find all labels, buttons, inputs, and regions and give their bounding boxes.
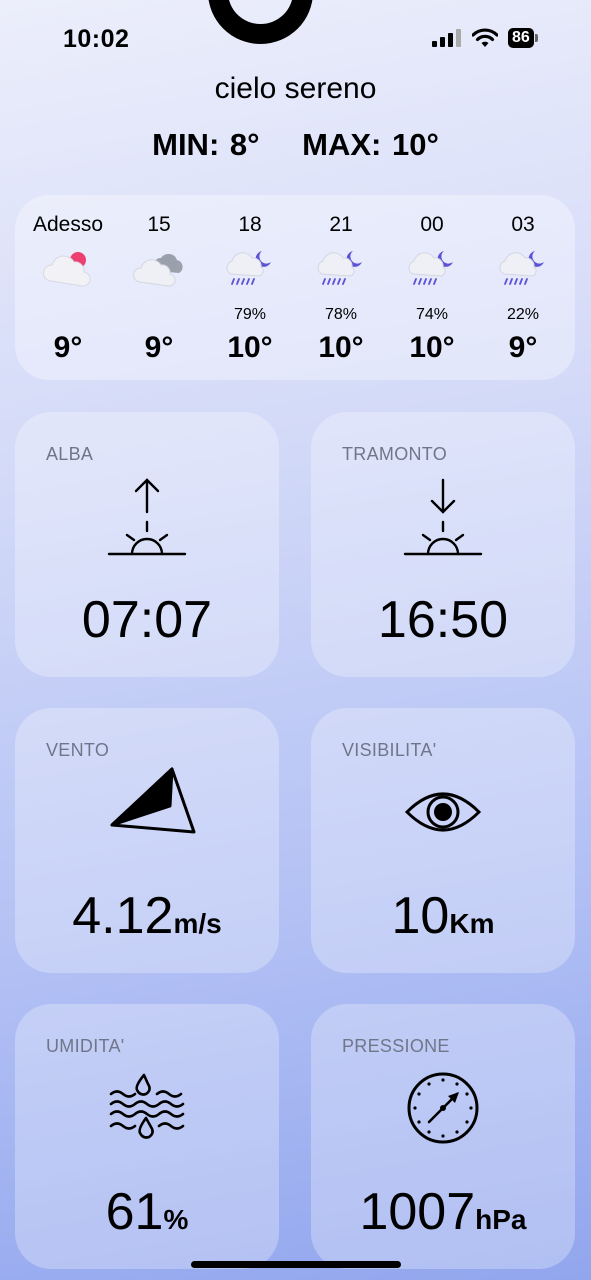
- hourly-forecast[interactable]: Adesso 9° 15 9° 18 79% 10° 21 78% 10° 00…: [15, 195, 575, 380]
- eye-icon: [404, 792, 482, 832]
- card-title: UMIDITA': [46, 1036, 125, 1056]
- hour-label: Adesso: [32, 213, 104, 236]
- min-temperature: MIN: 8°: [152, 127, 260, 162]
- card-title: VISIBILITA': [342, 740, 437, 760]
- visibility-distance: 10Km: [311, 886, 575, 946]
- hour-temperature: 9°: [508, 331, 538, 364]
- humidity-card[interactable]: UMIDITA' 61%: [15, 1004, 279, 1269]
- wind-speed: 4.12m/s: [15, 886, 279, 946]
- sunrise-card[interactable]: ALBA 07:07: [15, 412, 279, 677]
- max-temperature: MAX: 10°: [302, 127, 439, 162]
- sunset-time: 16:50: [377, 591, 509, 649]
- gauge-icon: [407, 1072, 479, 1144]
- humidity: 61%: [15, 1182, 279, 1242]
- precipitation: 22%: [506, 306, 540, 323]
- sunrise-icon: [107, 478, 187, 556]
- card-title: PRESSIONE: [342, 1036, 450, 1056]
- cloud-sun-icon: [43, 252, 91, 287]
- hour-label: 21: [329, 213, 353, 236]
- hour-temperature: 10°: [227, 331, 273, 364]
- battery-level: 86: [508, 28, 534, 48]
- precipitation: 74%: [415, 306, 449, 323]
- home-indicator[interactable]: [191, 1261, 401, 1268]
- rain-moon-icon: [408, 251, 453, 285]
- precipitation: 78%: [324, 306, 358, 323]
- humidity-icon: [109, 1073, 185, 1139]
- pressure-card[interactable]: PRESSIONE 1007hPa: [311, 1004, 575, 1269]
- wind-card[interactable]: VENTO 4.12m/s: [15, 708, 279, 973]
- humidity-unit: %: [163, 1204, 189, 1235]
- hour-label: 03: [511, 213, 535, 236]
- hour-temperature: 9°: [144, 331, 174, 364]
- pressure: 1007hPa: [311, 1182, 575, 1242]
- sunrise-time: 07:07: [81, 591, 213, 649]
- wind-speed-value: 4.12: [72, 887, 174, 945]
- visibility-value: 10: [391, 887, 450, 945]
- status-icons: 86: [432, 28, 538, 48]
- hour-label: 00: [420, 213, 444, 236]
- hour-temperature: 10°: [409, 331, 455, 364]
- wifi-icon: [472, 28, 498, 47]
- rain-moon-icon: [499, 251, 544, 285]
- sunset-card[interactable]: TRAMONTO 16:50: [311, 412, 575, 677]
- cellular-signal-icon: [432, 29, 461, 47]
- hour-temperature: 9°: [53, 331, 83, 364]
- weather-condition: cielo sereno: [214, 72, 377, 105]
- hour-label: 18: [238, 213, 262, 236]
- rain-moon-icon: [226, 251, 271, 285]
- min-max-temperature: MIN: 8° MAX: 10°: [0, 127, 591, 163]
- visibility-unit: Km: [449, 908, 495, 939]
- clouds-icon: [133, 253, 183, 287]
- current-temperature-fragment: [208, 0, 313, 44]
- status-time: 10:02: [63, 25, 130, 53]
- card-title: ALBA: [46, 444, 94, 464]
- pressure-unit: hPa: [475, 1204, 527, 1235]
- hour-temperature: 10°: [318, 331, 364, 364]
- card-title: TRAMONTO: [342, 444, 448, 464]
- humidity-value: 61: [105, 1183, 164, 1241]
- card-title: VENTO: [46, 740, 110, 760]
- precipitation: 79%: [233, 306, 267, 323]
- visibility-card[interactable]: VISIBILITA' 10Km: [311, 708, 575, 973]
- wind-direction-icon: [110, 767, 196, 834]
- rain-moon-icon: [317, 251, 362, 285]
- battery-icon: [534, 34, 538, 42]
- hour-label: 15: [147, 213, 171, 236]
- sunset-icon: [403, 478, 483, 556]
- pressure-value: 1007: [359, 1183, 476, 1241]
- wind-speed-unit: m/s: [173, 908, 222, 939]
